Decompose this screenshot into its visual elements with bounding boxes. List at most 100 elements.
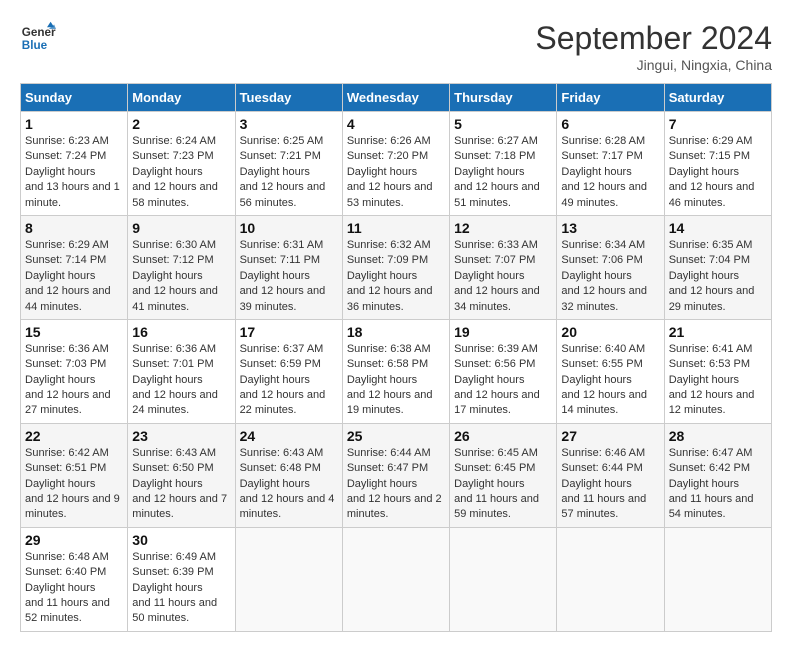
sunset-label: Sunset: 7:12 PM — [132, 254, 213, 266]
daylight-label: Daylight hours — [132, 374, 202, 386]
daylight-value: and 11 hours and 52 minutes. — [25, 597, 110, 624]
day-number: 18 — [347, 324, 445, 340]
day-number: 24 — [240, 428, 338, 444]
day-info: Sunrise: 6:33 AM Sunset: 7:07 PM Dayligh… — [454, 238, 552, 315]
daylight-value: and 11 hours and 59 minutes. — [454, 493, 539, 520]
daylight-label: Daylight hours — [347, 270, 417, 282]
sunset-label: Sunset: 6:58 PM — [347, 358, 428, 370]
day-number: 12 — [454, 220, 552, 236]
sunset-label: Sunset: 6:55 PM — [561, 358, 642, 370]
page-header: General Blue September 2024 Jingui, Ning… — [20, 20, 772, 73]
day-cell-30: 30 Sunrise: 6:49 AM Sunset: 6:39 PM Dayl… — [128, 527, 235, 631]
daylight-value: and 12 hours and 53 minutes. — [347, 181, 433, 208]
col-header-monday: Monday — [128, 84, 235, 112]
daylight-value: and 12 hours and 22 minutes. — [240, 389, 326, 416]
daylight-label: Daylight hours — [669, 166, 739, 178]
day-cell-26: 26 Sunrise: 6:45 AM Sunset: 6:45 PM Dayl… — [450, 423, 557, 527]
day-number: 11 — [347, 220, 445, 236]
empty-cell — [450, 527, 557, 631]
empty-cell — [557, 527, 664, 631]
sunrise-label: Sunrise: 6:45 AM — [454, 447, 538, 459]
day-info: Sunrise: 6:30 AM Sunset: 7:12 PM Dayligh… — [132, 238, 230, 315]
daylight-label: Daylight hours — [25, 374, 95, 386]
empty-cell — [342, 527, 449, 631]
sunset-label: Sunset: 6:51 PM — [25, 462, 106, 474]
daylight-label: Daylight hours — [132, 270, 202, 282]
day-number: 14 — [669, 220, 767, 236]
day-cell-18: 18 Sunrise: 6:38 AM Sunset: 6:58 PM Dayl… — [342, 319, 449, 423]
daylight-value: and 11 hours and 54 minutes. — [669, 493, 754, 520]
daylight-label: Daylight hours — [454, 374, 524, 386]
sunset-label: Sunset: 7:06 PM — [561, 254, 642, 266]
day-info: Sunrise: 6:23 AM Sunset: 7:24 PM Dayligh… — [25, 134, 123, 211]
daylight-label: Daylight hours — [132, 478, 202, 490]
daylight-label: Daylight hours — [25, 270, 95, 282]
day-number: 10 — [240, 220, 338, 236]
day-info: Sunrise: 6:32 AM Sunset: 7:09 PM Dayligh… — [347, 238, 445, 315]
day-cell-14: 14 Sunrise: 6:35 AM Sunset: 7:04 PM Dayl… — [664, 215, 771, 319]
day-info: Sunrise: 6:35 AM Sunset: 7:04 PM Dayligh… — [669, 238, 767, 315]
sunset-label: Sunset: 7:03 PM — [25, 358, 106, 370]
sunset-label: Sunset: 7:18 PM — [454, 150, 535, 162]
daylight-value: and 12 hours and 14 minutes. — [561, 389, 647, 416]
daylight-label: Daylight hours — [347, 478, 417, 490]
sunset-label: Sunset: 7:23 PM — [132, 150, 213, 162]
day-number: 3 — [240, 116, 338, 132]
daylight-label: Daylight hours — [132, 582, 202, 594]
sunrise-label: Sunrise: 6:41 AM — [669, 343, 753, 355]
daylight-label: Daylight hours — [561, 270, 631, 282]
sunset-label: Sunset: 7:24 PM — [25, 150, 106, 162]
day-number: 4 — [347, 116, 445, 132]
day-number: 9 — [132, 220, 230, 236]
sunrise-label: Sunrise: 6:30 AM — [132, 239, 216, 251]
day-info: Sunrise: 6:45 AM Sunset: 6:45 PM Dayligh… — [454, 446, 552, 523]
col-header-wednesday: Wednesday — [342, 84, 449, 112]
daylight-value: and 12 hours and 36 minutes. — [347, 285, 433, 312]
sunrise-label: Sunrise: 6:46 AM — [561, 447, 645, 459]
sunrise-label: Sunrise: 6:28 AM — [561, 135, 645, 147]
day-number: 2 — [132, 116, 230, 132]
daylight-label: Daylight hours — [25, 582, 95, 594]
daylight-label: Daylight hours — [240, 166, 310, 178]
day-info: Sunrise: 6:29 AM Sunset: 7:14 PM Dayligh… — [25, 238, 123, 315]
sunset-label: Sunset: 7:04 PM — [669, 254, 750, 266]
day-info: Sunrise: 6:27 AM Sunset: 7:18 PM Dayligh… — [454, 134, 552, 211]
sunrise-label: Sunrise: 6:23 AM — [25, 135, 109, 147]
daylight-label: Daylight hours — [561, 166, 631, 178]
sunrise-label: Sunrise: 6:36 AM — [25, 343, 109, 355]
sunset-label: Sunset: 6:42 PM — [669, 462, 750, 474]
logo-icon: General Blue — [20, 20, 56, 56]
sunrise-label: Sunrise: 6:32 AM — [347, 239, 431, 251]
day-info: Sunrise: 6:47 AM Sunset: 6:42 PM Dayligh… — [669, 446, 767, 523]
sunrise-label: Sunrise: 6:31 AM — [240, 239, 324, 251]
day-cell-2: 2 Sunrise: 6:24 AM Sunset: 7:23 PM Dayli… — [128, 112, 235, 216]
sunrise-label: Sunrise: 6:29 AM — [669, 135, 753, 147]
title-block: September 2024 Jingui, Ningxia, China — [535, 20, 772, 73]
sunset-label: Sunset: 7:11 PM — [240, 254, 321, 266]
daylight-value: and 12 hours and 2 minutes. — [347, 493, 442, 520]
empty-cell — [235, 527, 342, 631]
daylight-label: Daylight hours — [669, 374, 739, 386]
daylight-label: Daylight hours — [25, 166, 95, 178]
daylight-label: Daylight hours — [240, 374, 310, 386]
daylight-label: Daylight hours — [240, 270, 310, 282]
daylight-value: and 12 hours and 58 minutes. — [132, 181, 218, 208]
day-cell-20: 20 Sunrise: 6:40 AM Sunset: 6:55 PM Dayl… — [557, 319, 664, 423]
daylight-value: and 11 hours and 57 minutes. — [561, 493, 646, 520]
daylight-value: and 12 hours and 19 minutes. — [347, 389, 433, 416]
day-number: 23 — [132, 428, 230, 444]
sunset-label: Sunset: 6:47 PM — [347, 462, 428, 474]
col-header-thursday: Thursday — [450, 84, 557, 112]
day-cell-11: 11 Sunrise: 6:32 AM Sunset: 7:09 PM Dayl… — [342, 215, 449, 319]
daylight-value: and 12 hours and 7 minutes. — [132, 493, 227, 520]
daylight-value: and 12 hours and 49 minutes. — [561, 181, 647, 208]
sunrise-label: Sunrise: 6:43 AM — [132, 447, 216, 459]
day-info: Sunrise: 6:37 AM Sunset: 6:59 PM Dayligh… — [240, 342, 338, 419]
sunrise-label: Sunrise: 6:24 AM — [132, 135, 216, 147]
col-header-sunday: Sunday — [21, 84, 128, 112]
location-subtitle: Jingui, Ningxia, China — [535, 57, 772, 73]
logo: General Blue — [20, 20, 56, 56]
day-cell-13: 13 Sunrise: 6:34 AM Sunset: 7:06 PM Dayl… — [557, 215, 664, 319]
daylight-label: Daylight hours — [454, 478, 524, 490]
day-info: Sunrise: 6:49 AM Sunset: 6:39 PM Dayligh… — [132, 550, 230, 627]
